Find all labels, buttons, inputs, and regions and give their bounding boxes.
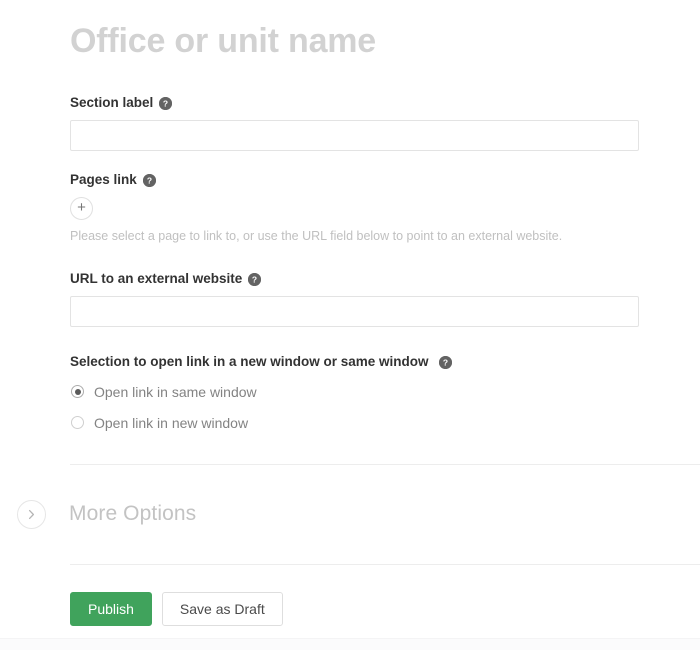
- external-url-text: URL to an external website: [70, 271, 243, 286]
- radio-indicator-unselected: [71, 416, 84, 429]
- radio-label-new-window: Open link in new window: [94, 414, 249, 431]
- help-circle-icon[interactable]: ?: [159, 96, 173, 110]
- field-section-label: Section label ?: [0, 95, 700, 151]
- radio-open-new-window[interactable]: Open link in new window: [70, 410, 640, 435]
- svg-text:?: ?: [163, 98, 168, 108]
- svg-text:?: ?: [147, 175, 152, 185]
- radio-open-same-window[interactable]: Open link in same window: [70, 379, 640, 404]
- section-label-text: Section label: [70, 95, 154, 110]
- help-circle-icon[interactable]: ?: [248, 272, 262, 286]
- page-title: Office or unit name: [70, 22, 377, 60]
- section-label-label: Section label ?: [70, 95, 640, 111]
- pages-link-text: Pages link: [70, 172, 137, 187]
- help-circle-icon[interactable]: ?: [438, 355, 452, 369]
- divider-below-more-options: [70, 564, 700, 565]
- form-body: Section label ? Pages link ? + Please se…: [0, 95, 700, 456]
- window-selection-label: Selection to open link in a new window o…: [70, 354, 640, 370]
- pages-link-label: Pages link ?: [70, 172, 640, 188]
- window-selection-text: Selection to open link in a new window o…: [70, 354, 429, 369]
- more-options-label[interactable]: More Options: [69, 501, 196, 527]
- add-page-link-button[interactable]: +: [70, 197, 93, 220]
- save-as-draft-button[interactable]: Save as Draft: [161, 592, 283, 626]
- section-label-input[interactable]: [70, 120, 639, 151]
- radio-label-same-window: Open link in same window: [94, 383, 257, 400]
- publish-button[interactable]: Publish: [70, 592, 152, 626]
- divider-above-more-options: [70, 464, 700, 465]
- help-circle-icon[interactable]: ?: [142, 173, 156, 187]
- svg-text:?: ?: [252, 274, 257, 284]
- pages-link-helper-text: Please select a page to link to, or use …: [70, 229, 563, 243]
- external-url-input[interactable]: [70, 296, 639, 327]
- more-options-toggle-button[interactable]: [17, 499, 46, 529]
- plus-icon: +: [77, 199, 86, 216]
- chevron-right-icon: [28, 509, 35, 519]
- field-window-selection: Selection to open link in a new window o…: [0, 354, 700, 435]
- field-external-url: URL to an external website ?: [0, 271, 700, 327]
- footer-actions: Publish Save as Draft: [70, 592, 283, 626]
- page-root: Office or unit name Section label ? Page…: [0, 0, 700, 650]
- bottom-strip: [0, 638, 700, 650]
- more-options-section[interactable]: More Options: [0, 496, 700, 532]
- field-pages-link: Pages link ? + Please select a page to l…: [0, 172, 700, 244]
- radio-indicator-selected: [71, 385, 84, 398]
- svg-text:?: ?: [442, 357, 447, 367]
- external-url-label: URL to an external website ?: [70, 271, 640, 287]
